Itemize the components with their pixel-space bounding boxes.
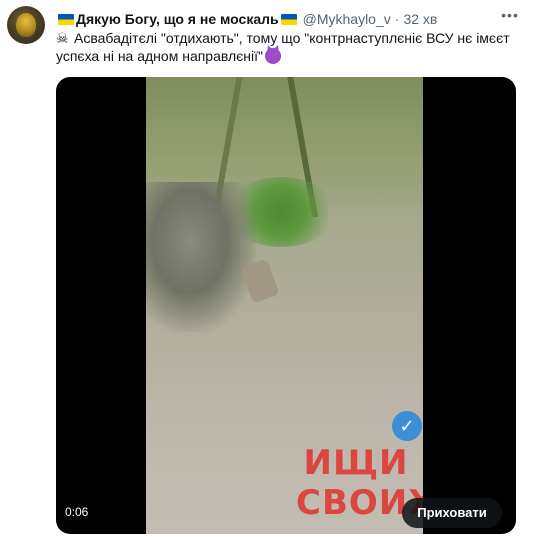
avatar-emblem (16, 13, 36, 37)
hide-media-button[interactable]: Приховати (402, 498, 502, 528)
checkmark-badge-icon: ✓ (392, 411, 422, 441)
tweet-header: Дякую Богу, що я не москаль @Mykhaylo_v … (56, 10, 509, 28)
smiling-devil-icon (265, 48, 282, 64)
video-duration: 0:06 (65, 505, 89, 519)
display-name[interactable]: Дякую Богу, що я не москаль (76, 10, 279, 28)
avatar[interactable] (7, 6, 45, 44)
timestamp[interactable]: 32 хв (403, 10, 437, 28)
ukraine-flag-icon (280, 13, 297, 25)
tweet-text-container: ☠ Асвабадітєлі "отдихають", тому що "конт… (56, 29, 516, 65)
separator-dot: · (394, 11, 400, 27)
figure-on-ground (146, 182, 256, 332)
video-player[interactable]: ИЩИ СВОИХ ✓ 0:06 Приховати (56, 77, 516, 534)
user-handle[interactable]: @Mykhaylo_v (303, 10, 391, 28)
tweet[interactable]: Дякую Богу, що я не москаль @Mykhaylo_v … (0, 0, 539, 537)
ukraine-flag-icon (58, 13, 74, 25)
tweet-text: Асвабадітєлі "отдихають", тому що "контр… (56, 30, 510, 64)
video-frame: ИЩИ СВОИХ ✓ (146, 77, 423, 534)
more-horizontal-icon[interactable]: ••• (501, 8, 519, 26)
skull-crossbones-icon: ☠ (56, 30, 69, 46)
video-watermark: ИЩИ СВОИХ (296, 443, 423, 523)
